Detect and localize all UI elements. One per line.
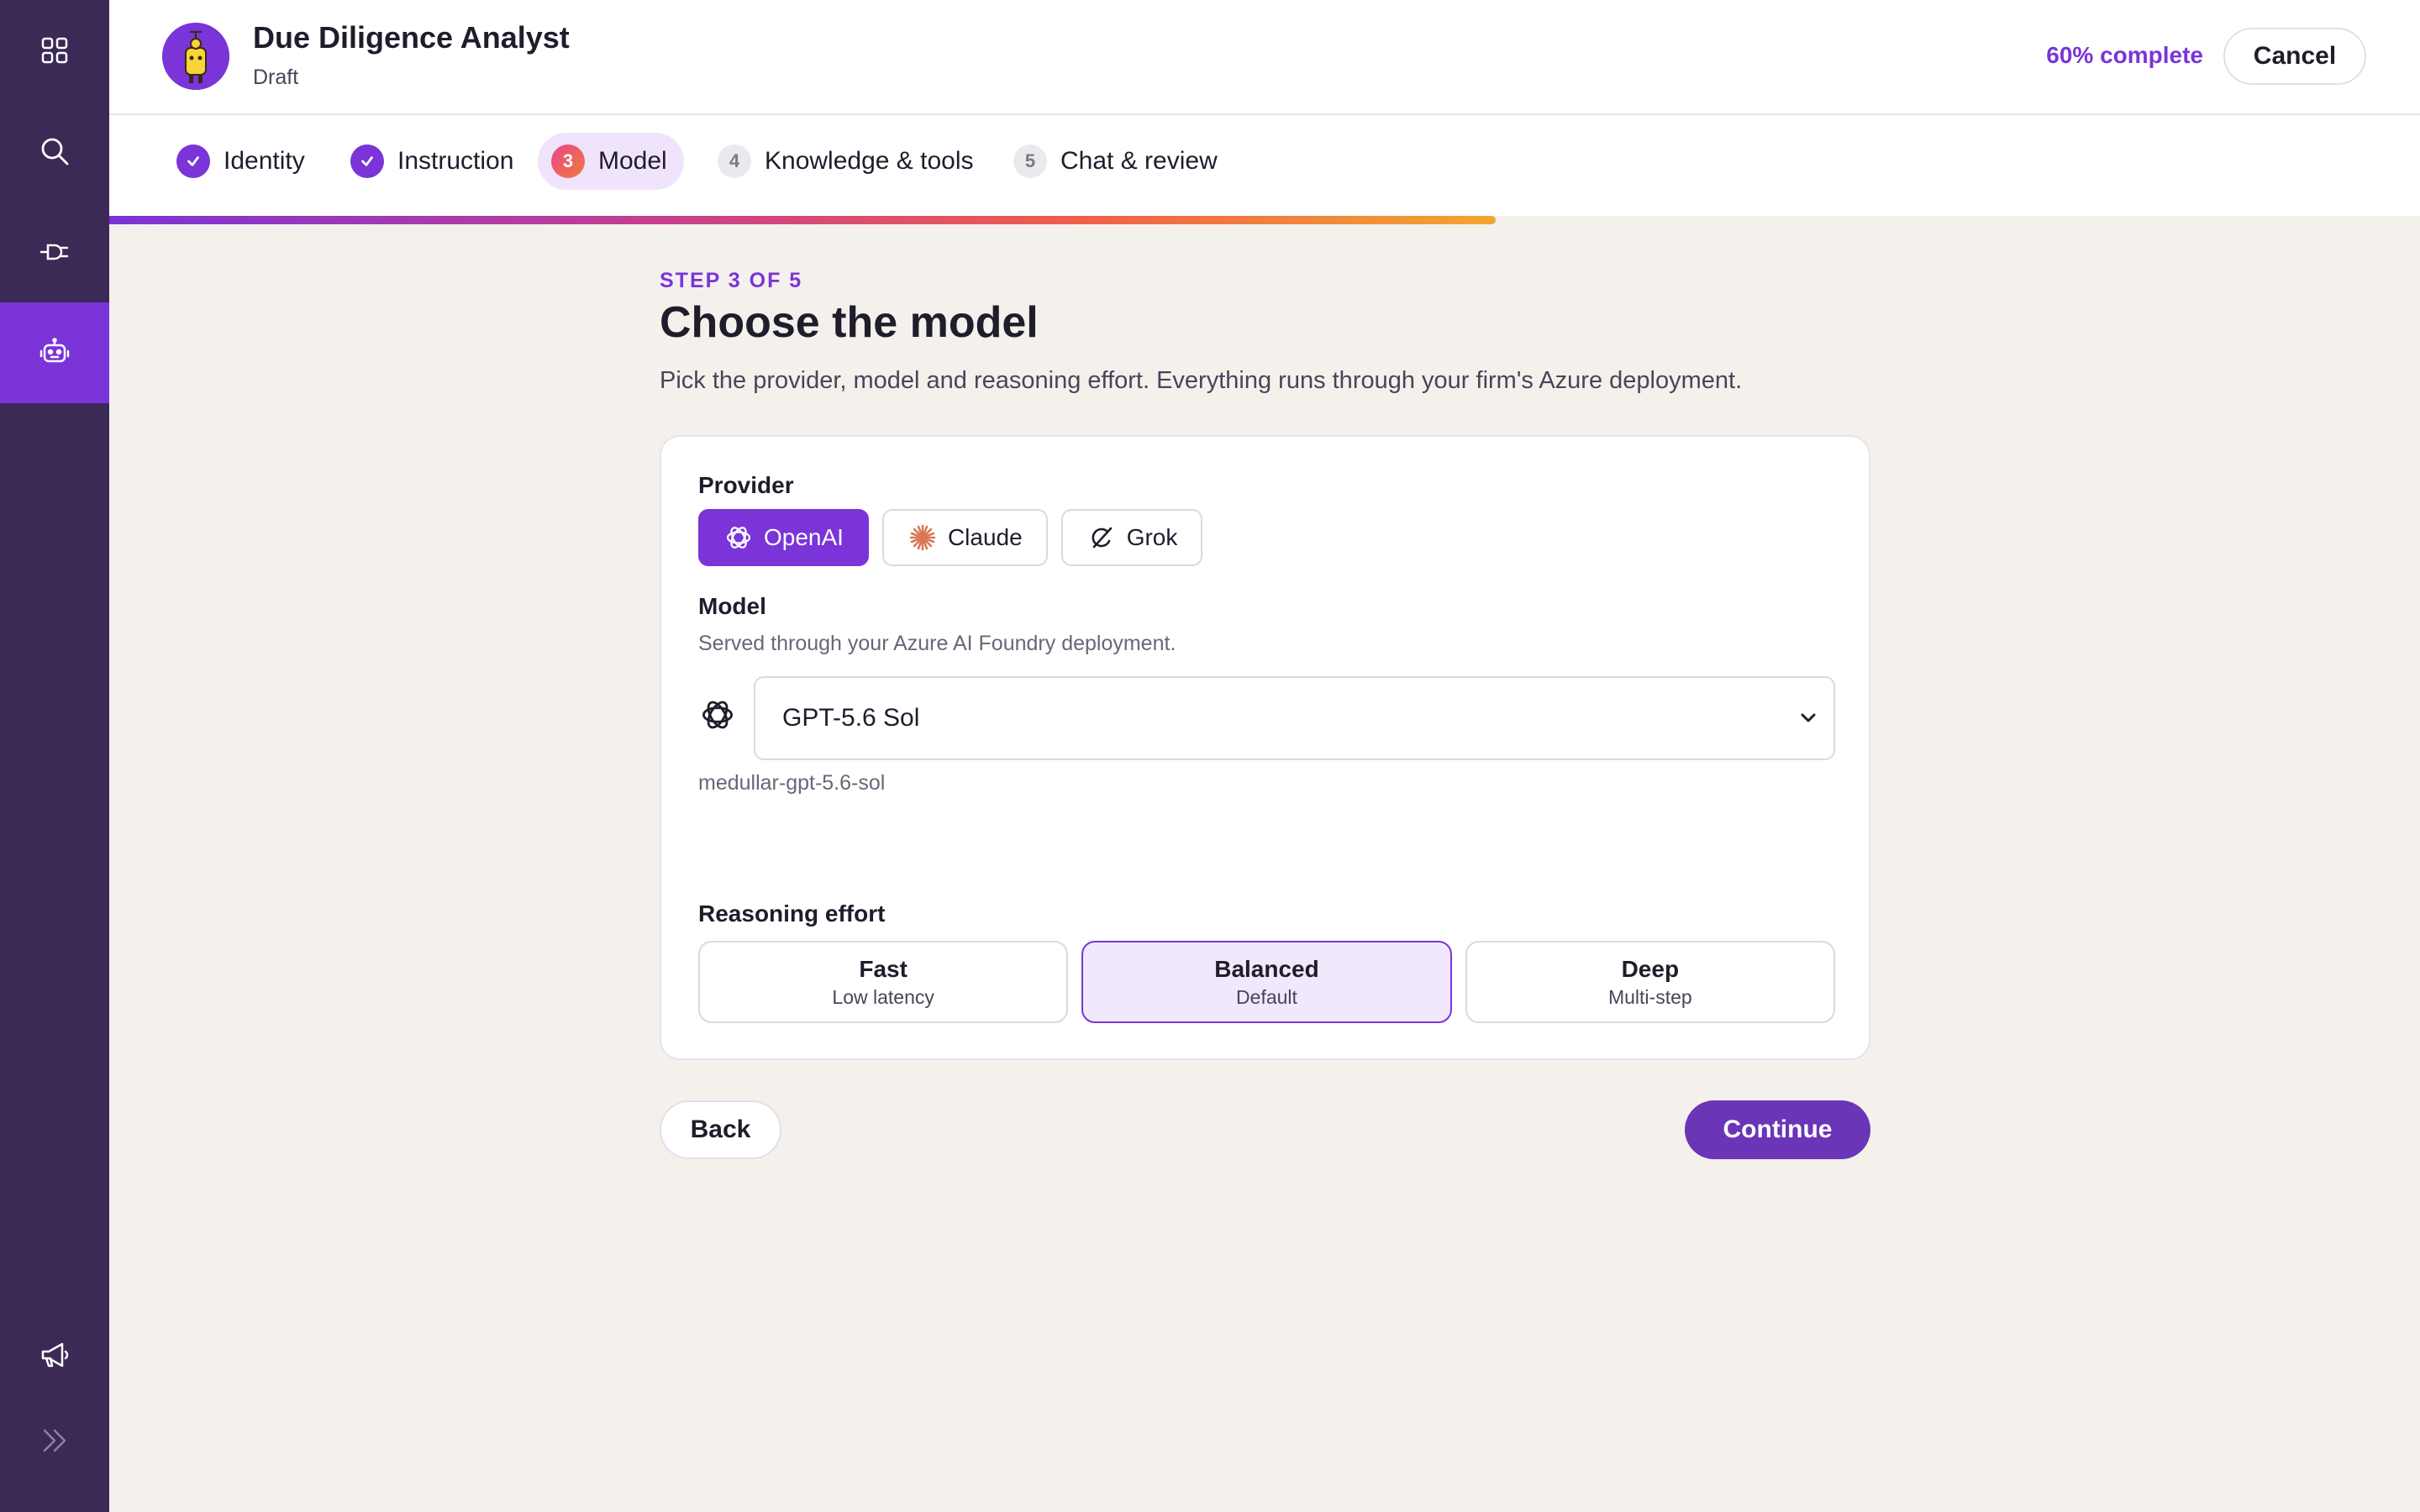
continue-button[interactable]: Continue <box>1685 1100 1870 1159</box>
step-label: Identity <box>224 147 305 175</box>
openai-icon <box>726 527 751 549</box>
agent-status: Draft <box>253 66 299 89</box>
progress-bar-fill <box>109 216 1496 224</box>
wizard-steps: Identity Instruction 3 Model 4 Knowledge… <box>109 115 2420 224</box>
page-title: Choose the model <box>660 298 1039 347</box>
search-icon <box>41 138 69 165</box>
expand-sidebar-button[interactable] <box>0 1390 109 1491</box>
step-kicker: STEP 3 OF 5 <box>660 269 803 292</box>
effort-desc: Multi-step <box>1607 985 1692 1008</box>
robot-icon <box>39 338 70 363</box>
search-button[interactable] <box>0 101 109 202</box>
provider-label-text: Claude <box>947 524 1023 550</box>
effort-name: Fast <box>859 955 908 982</box>
agents-button[interactable] <box>0 302 109 403</box>
step-number-badge: 5 <box>1013 144 1047 178</box>
step-model[interactable]: 3 Model <box>538 133 684 190</box>
step-number-badge: 3 <box>551 144 585 178</box>
provider-openai-button[interactable]: OpenAI <box>698 509 869 566</box>
agent-name: Due Diligence Analyst <box>253 20 570 55</box>
effort-name: Deep <box>1621 955 1680 982</box>
model-select-value: GPT-5.6 Sol <box>782 704 920 732</box>
chevron-down-icon <box>1801 713 1816 722</box>
step-label: Knowledge & tools <box>765 147 974 175</box>
plug-icon <box>39 244 69 260</box>
left-sidebar <box>0 0 109 1512</box>
model-label: Model <box>698 593 766 619</box>
effort-fast-option[interactable]: Fast Low latency <box>698 941 1069 1023</box>
step-instruction[interactable]: Instruction <box>337 133 530 190</box>
effort-desc: Default <box>1236 985 1297 1008</box>
step-chat-review[interactable]: 5 Chat & review <box>1000 133 1234 190</box>
provider-claude-button[interactable]: Claude <box>881 509 1048 566</box>
step-number-badge: 4 <box>718 144 751 178</box>
reasoning-options: Fast Low latency Balanced Default Deep M… <box>698 941 1835 1023</box>
step-label: Chat & review <box>1060 147 1218 175</box>
model-select[interactable]: GPT-5.6 Sol <box>754 676 1835 760</box>
provider-label-text: Grok <box>1126 524 1178 550</box>
provider-options: OpenAI Claude Grok <box>698 509 1203 566</box>
model-hint: Served through your Azure AI Foundry dep… <box>698 632 1176 655</box>
claude-icon <box>909 524 936 551</box>
progress-label: 60% complete <box>2046 42 2203 68</box>
top-header: Due Diligence Analyst Draft 60% complete… <box>109 0 2420 115</box>
check-icon <box>176 144 210 178</box>
check-icon <box>350 144 384 178</box>
step-label: Instruction <box>397 147 514 175</box>
megaphone-icon <box>41 1342 69 1368</box>
apps-button[interactable] <box>0 0 109 101</box>
provider-label-text: OpenAI <box>764 524 844 550</box>
effort-name: Balanced <box>1214 955 1319 982</box>
page-subtitle: Pick the provider, model and reasoning e… <box>660 367 1743 394</box>
agent-mascot-icon <box>162 23 229 90</box>
step-identity[interactable]: Identity <box>163 133 322 190</box>
step-label: Model <box>598 147 667 175</box>
effort-deep-option[interactable]: Deep Multi-step <box>1465 941 1835 1023</box>
deployment-id: medullar-gpt-5.6-sol <box>698 771 886 795</box>
openai-icon <box>702 701 734 729</box>
grok-icon <box>1092 527 1112 549</box>
progress-bar <box>109 216 2420 224</box>
effort-balanced-option[interactable]: Balanced Default <box>1081 941 1452 1023</box>
step-knowledge-tools[interactable]: 4 Knowledge & tools <box>704 133 991 190</box>
agent-avatar <box>162 23 229 90</box>
effort-desc: Low latency <box>832 985 934 1008</box>
reasoning-label: Reasoning effort <box>698 900 886 927</box>
back-button[interactable]: Back <box>660 1100 781 1159</box>
apps-grid-icon <box>41 37 68 64</box>
integrations-button[interactable] <box>0 202 109 302</box>
cancel-button[interactable]: Cancel <box>2223 28 2366 85</box>
model-settings-card: Provider OpenAI Claude Grok Model Served… <box>660 435 1870 1060</box>
expand-chevrons-icon <box>43 1429 66 1452</box>
provider-label: Provider <box>698 472 794 498</box>
provider-grok-button[interactable]: Grok <box>1060 509 1203 566</box>
